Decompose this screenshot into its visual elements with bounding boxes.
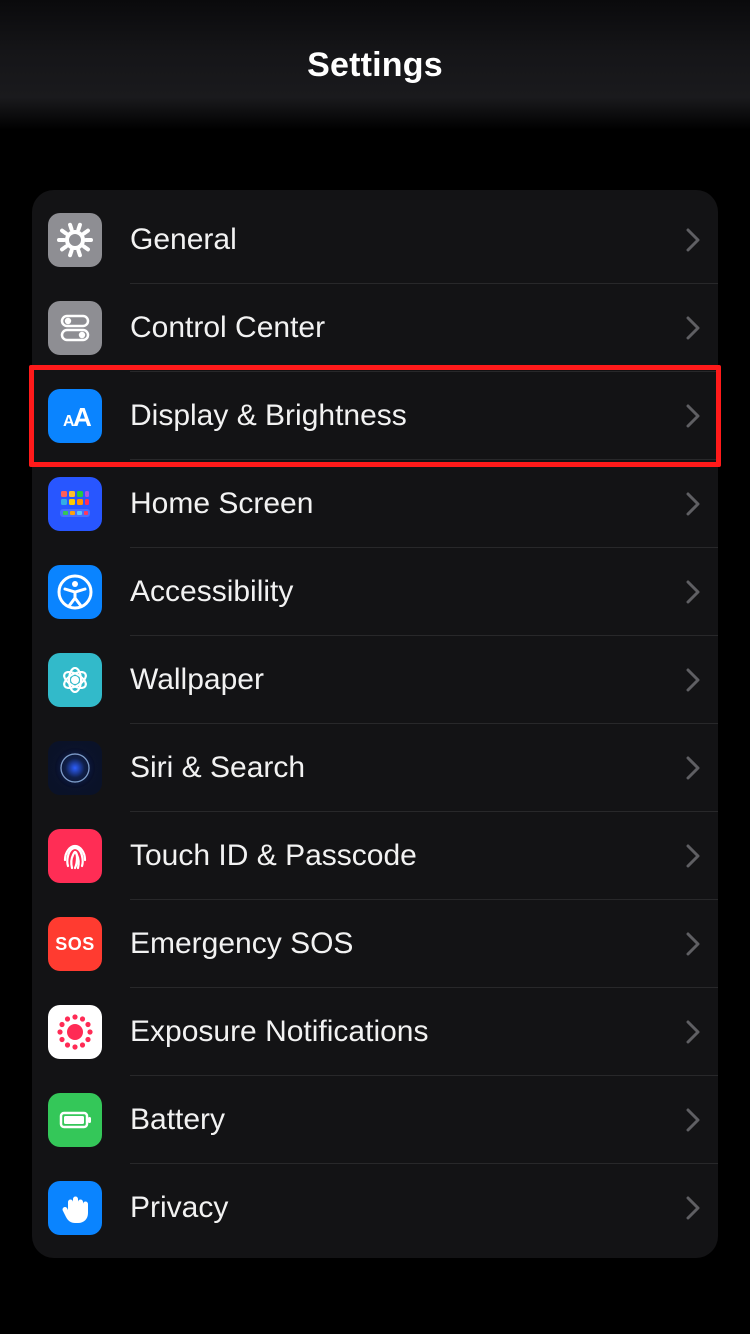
settings-row-label: Display & Brightness <box>130 399 686 433</box>
toggles-icon <box>48 301 102 355</box>
settings-row-emergency-sos[interactable]: SOS Emergency SOS <box>32 900 718 988</box>
chevron-right-icon <box>686 228 700 252</box>
settings-row-wallpaper[interactable]: Wallpaper <box>32 636 718 724</box>
settings-row-label: Control Center <box>130 311 686 345</box>
settings-row-label: Siri & Search <box>130 751 686 785</box>
battery-icon <box>48 1093 102 1147</box>
chevron-right-icon <box>686 404 700 428</box>
settings-row-label: General <box>130 223 686 257</box>
settings-row-label: Emergency SOS <box>130 927 686 961</box>
accessibility-icon <box>48 565 102 619</box>
settings-row-privacy[interactable]: Privacy <box>32 1164 718 1252</box>
sos-icon: SOS <box>48 917 102 971</box>
settings-row-general[interactable]: General <box>32 196 718 284</box>
settings-row-label: Privacy <box>130 1191 686 1225</box>
text-size-icon: AA <box>48 389 102 443</box>
siri-icon <box>48 741 102 795</box>
flower-icon <box>48 653 102 707</box>
chevron-right-icon <box>686 1196 700 1220</box>
settings-row-display-brightness[interactable]: AA Display & Brightness <box>32 372 718 460</box>
settings-row-control-center[interactable]: Control Center <box>32 284 718 372</box>
exposure-icon <box>48 1005 102 1059</box>
chevron-right-icon <box>686 1108 700 1132</box>
header-bar: Settings <box>0 0 750 130</box>
settings-row-battery[interactable]: Battery <box>32 1076 718 1164</box>
svg-text:A: A <box>73 402 92 432</box>
chevron-right-icon <box>686 1020 700 1044</box>
settings-row-siri-search[interactable]: Siri & Search <box>32 724 718 812</box>
settings-row-touch-id-passcode[interactable]: Touch ID & Passcode <box>32 812 718 900</box>
chevron-right-icon <box>686 844 700 868</box>
settings-row-label: Battery <box>130 1103 686 1137</box>
chevron-right-icon <box>686 756 700 780</box>
chevron-right-icon <box>686 492 700 516</box>
chevron-right-icon <box>686 932 700 956</box>
settings-row-accessibility[interactable]: Accessibility <box>32 548 718 636</box>
settings-row-label: Touch ID & Passcode <box>130 839 686 873</box>
hand-icon <box>48 1181 102 1235</box>
settings-row-home-screen[interactable]: Home Screen <box>32 460 718 548</box>
content-area: General Control Center AA Display & Brightn… <box>0 130 750 1288</box>
chevron-right-icon <box>686 668 700 692</box>
svg-text:SOS: SOS <box>55 934 95 954</box>
settings-row-label: Home Screen <box>130 487 686 521</box>
gear-icon <box>48 213 102 267</box>
fingerprint-icon <box>48 829 102 883</box>
page-title: Settings <box>307 46 443 85</box>
settings-row-label: Wallpaper <box>130 663 686 697</box>
settings-group: General Control Center AA Display & Brightn… <box>32 190 718 1258</box>
settings-row-label: Accessibility <box>130 575 686 609</box>
settings-row-exposure-notifications[interactable]: Exposure Notifications <box>32 988 718 1076</box>
chevron-right-icon <box>686 316 700 340</box>
settings-row-label: Exposure Notifications <box>130 1015 686 1049</box>
chevron-right-icon <box>686 580 700 604</box>
home-grid-icon <box>48 477 102 531</box>
